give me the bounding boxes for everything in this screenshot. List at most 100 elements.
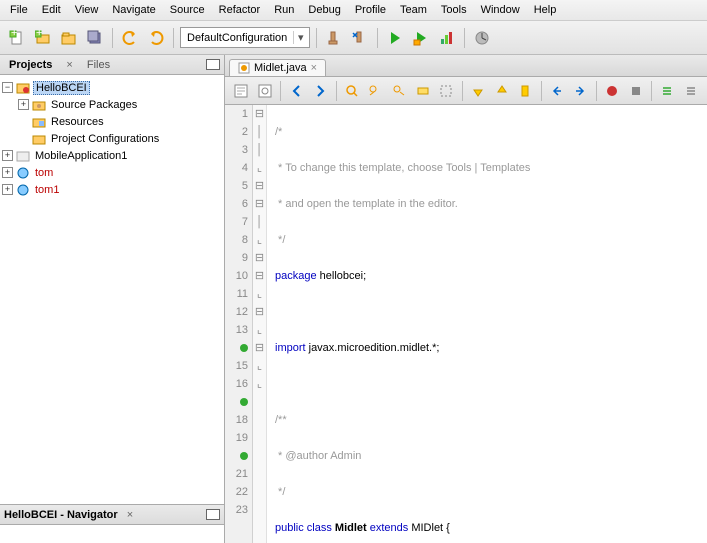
- find-selection-button[interactable]: [341, 80, 362, 102]
- comment-button[interactable]: [657, 80, 678, 102]
- close-tab-icon[interactable]: ×: [311, 62, 317, 74]
- projects-tab[interactable]: Projects: [4, 57, 57, 73]
- shift-right-button[interactable]: [570, 80, 591, 102]
- menu-refactor[interactable]: Refactor: [213, 2, 267, 18]
- config-folder-icon: [32, 132, 46, 146]
- override-icon: [240, 452, 248, 460]
- restore-icon[interactable]: [206, 509, 220, 520]
- source-view-button[interactable]: [231, 80, 252, 102]
- editor-area: Midlet.java ×: [225, 55, 707, 543]
- find-prev-button[interactable]: [365, 80, 386, 102]
- toggle-bookmark-button[interactable]: [515, 80, 536, 102]
- find-next-button[interactable]: [389, 80, 410, 102]
- editor-tab-label: Midlet.java: [254, 62, 307, 74]
- override-icon: [240, 398, 248, 406]
- chevron-down-icon: ▾: [293, 31, 307, 44]
- menu-file[interactable]: File: [4, 2, 34, 18]
- navigator-header: HelloBCEI - Navigator ×: [0, 505, 224, 525]
- ide-options-button[interactable]: [471, 27, 493, 49]
- menu-team[interactable]: Team: [394, 2, 433, 18]
- menu-edit[interactable]: Edit: [36, 2, 67, 18]
- clean-build-button[interactable]: [349, 27, 371, 49]
- java-file-icon: [238, 62, 250, 74]
- navigator-panel: HelloBCEI - Navigator ×: [0, 504, 224, 543]
- menu-profile[interactable]: Profile: [349, 2, 392, 18]
- web-project-icon: [16, 166, 30, 180]
- debug-button[interactable]: [410, 27, 432, 49]
- tree-label: Source Packages: [49, 99, 139, 111]
- tree-label: HelloBCEI: [33, 81, 90, 95]
- new-project-button[interactable]: +: [32, 27, 54, 49]
- nav-forward-button[interactable]: [310, 80, 331, 102]
- tree-tom1[interactable]: + tom1: [2, 181, 222, 198]
- project-icon: [16, 81, 30, 95]
- expand-icon[interactable]: +: [2, 184, 13, 195]
- line-number-gutter: 1234567891011121315161819212223: [225, 105, 253, 543]
- expand-icon[interactable]: +: [2, 150, 13, 161]
- menu-view[interactable]: View: [69, 2, 105, 18]
- tree-root-hellobcei[interactable]: − HelloBCEI: [2, 79, 222, 96]
- svg-text:+: +: [36, 30, 42, 39]
- collapse-icon[interactable]: −: [2, 82, 13, 93]
- menu-tools[interactable]: Tools: [435, 2, 473, 18]
- svg-text:+: +: [11, 30, 17, 39]
- menu-source[interactable]: Source: [164, 2, 211, 18]
- close-icon[interactable]: ×: [124, 509, 136, 521]
- menu-debug[interactable]: Debug: [302, 2, 346, 18]
- editor-tab-bar: Midlet.java ×: [225, 55, 707, 77]
- tree-tom[interactable]: + tom: [2, 164, 222, 181]
- navigator-title: HelloBCEI - Navigator: [4, 509, 118, 521]
- start-macro-button[interactable]: [602, 80, 623, 102]
- prev-bookmark-button[interactable]: [468, 80, 489, 102]
- tree-source-packages[interactable]: + Source Packages: [2, 96, 222, 113]
- files-tab[interactable]: Files: [82, 57, 115, 73]
- build-button[interactable]: [323, 27, 345, 49]
- redo-button[interactable]: [145, 27, 167, 49]
- editor-tab-midlet[interactable]: Midlet.java ×: [229, 59, 326, 76]
- menu-help[interactable]: Help: [528, 2, 563, 18]
- resources-icon: [32, 115, 46, 129]
- web-project-icon: [16, 183, 30, 197]
- tree-resources[interactable]: Resources: [2, 113, 222, 130]
- code-editor[interactable]: 1234567891011121315161819212223 ⊟││⌞⊟⊟│⌞…: [225, 105, 707, 543]
- nav-back-button[interactable]: [286, 80, 307, 102]
- close-icon[interactable]: ×: [63, 59, 75, 71]
- toggle-highlight-button[interactable]: [412, 80, 433, 102]
- projects-panel-header: Projects × Files: [0, 55, 224, 75]
- open-project-button[interactable]: [58, 27, 80, 49]
- main-toolbar: + + DefaultConfiguration ▾: [0, 21, 707, 55]
- tree-label: tom1: [33, 184, 61, 196]
- tree-label: tom: [33, 167, 55, 179]
- next-bookmark-button[interactable]: [491, 80, 512, 102]
- history-view-button[interactable]: [255, 80, 276, 102]
- undo-button[interactable]: [119, 27, 141, 49]
- tree-mobileapp1[interactable]: + MobileApplication1: [2, 147, 222, 164]
- package-folder-icon: [32, 98, 46, 112]
- editor-toolbar: [225, 77, 707, 105]
- toggle-rect-select-button[interactable]: [436, 80, 457, 102]
- config-combo[interactable]: DefaultConfiguration ▾: [180, 27, 310, 48]
- code-content[interactable]: /* * To change this template, choose Too…: [267, 105, 530, 543]
- menu-run[interactable]: Run: [268, 2, 300, 18]
- menu-bar: File Edit View Navigate Source Refactor …: [0, 0, 707, 21]
- profile-button[interactable]: [436, 27, 458, 49]
- override-icon: [240, 344, 248, 352]
- fold-column[interactable]: ⊟││⌞⊟⊟│⌞⊟⊟⌞⊟⌞⊟⌞⌞: [253, 105, 267, 543]
- run-button[interactable]: [384, 27, 406, 49]
- uncomment-button[interactable]: [681, 80, 702, 102]
- projects-tree[interactable]: − HelloBCEI + Source Packages Resources …: [0, 75, 224, 504]
- restore-icon[interactable]: [206, 59, 220, 70]
- tree-project-config[interactable]: Project Configurations: [2, 130, 222, 147]
- project-icon: [16, 149, 30, 163]
- menu-window[interactable]: Window: [475, 2, 526, 18]
- stop-macro-button[interactable]: [625, 80, 646, 102]
- tree-label: Project Configurations: [49, 133, 161, 145]
- expand-icon[interactable]: +: [2, 167, 13, 178]
- tree-label: MobileApplication1: [33, 150, 129, 162]
- save-all-button[interactable]: [84, 27, 106, 49]
- config-combo-label: DefaultConfiguration: [187, 32, 287, 44]
- expand-icon[interactable]: +: [18, 99, 29, 110]
- shift-left-button[interactable]: [546, 80, 567, 102]
- menu-navigate[interactable]: Navigate: [106, 2, 161, 18]
- new-file-button[interactable]: +: [6, 27, 28, 49]
